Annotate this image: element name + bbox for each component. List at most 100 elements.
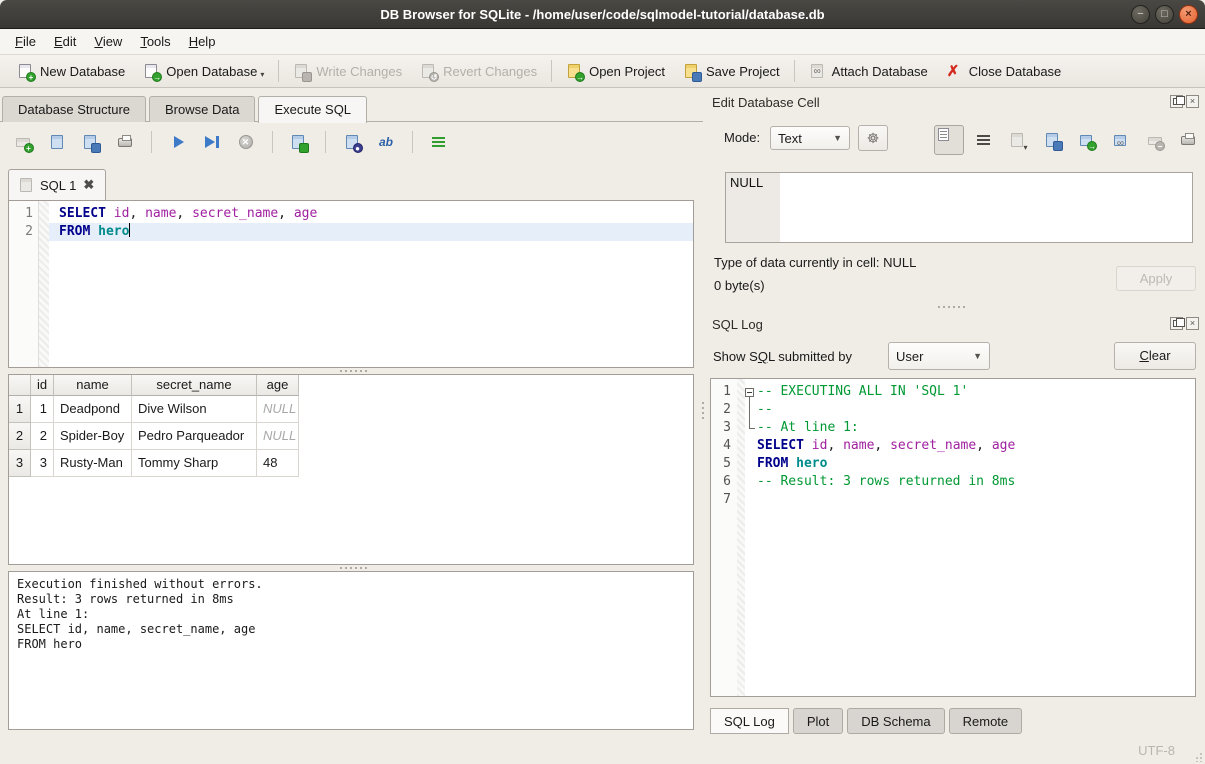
import-cell-data-button: ▾ (1005, 128, 1032, 153)
print-icon (1180, 132, 1197, 149)
open-project-button[interactable]: → Open Project (557, 59, 674, 84)
menu-tools[interactable]: Tools (131, 31, 179, 52)
column-header-age[interactable]: age (257, 375, 299, 396)
word-wrap-button[interactable] (971, 128, 998, 153)
word-wrap-toggle[interactable] (426, 130, 452, 154)
tab-database-structure[interactable]: Database Structure (2, 96, 146, 122)
open-file-icon (49, 134, 66, 151)
results-table: id name secret_name age 1 1 Deadpond Div… (8, 374, 694, 565)
toolbar-separator (794, 60, 795, 82)
maximize-button[interactable]: □ (1155, 5, 1174, 24)
sql-editor[interactable]: 1 2 SELECT id, name, secret_name, age FR… (8, 200, 694, 368)
attach-database-icon: ∞ (809, 63, 826, 80)
column-header-secret-name[interactable]: secret_name (132, 375, 257, 396)
log-line (757, 491, 1195, 509)
save-sql-file-button[interactable]: ▾ (78, 130, 104, 154)
tab-browse-data[interactable]: Browse Data (149, 96, 255, 122)
close-button[interactable]: × (1179, 5, 1198, 24)
text-cursor (129, 223, 130, 237)
copy-link-button[interactable]: ∞ (1107, 128, 1134, 153)
cell-value: NULL (730, 175, 763, 190)
sql-line-1: SELECT id, name, secret_name, age (49, 205, 693, 223)
close-panel-icon[interactable]: × (1186, 95, 1199, 108)
log-filter-select[interactable]: User▼ (888, 342, 990, 370)
export-cell-data-button[interactable] (1039, 128, 1066, 153)
minimize-button[interactable]: − (1131, 5, 1150, 24)
window-controls: − □ × (1131, 5, 1198, 24)
text-document-icon (938, 128, 949, 141)
execute-current-line-button[interactable] (199, 130, 225, 154)
save-as-icon (1044, 132, 1061, 149)
tab-plot[interactable]: Plot (793, 708, 843, 734)
open-sql-file-button[interactable] (44, 130, 70, 154)
cell-value-editor[interactable]: NULL (725, 172, 1193, 243)
format-sql-icon: ab (378, 134, 395, 151)
tab-execute-sql[interactable]: Execute SQL (258, 96, 367, 123)
mode-select[interactable]: Text▼ (770, 126, 850, 150)
attach-database-button[interactable]: ∞ Attach Database (800, 59, 937, 84)
open-in-external-button[interactable]: → (1073, 128, 1100, 153)
menu-help[interactable]: Help (180, 31, 225, 52)
save-project-button[interactable]: Save Project (674, 59, 789, 84)
close-sql-tab-icon[interactable]: ✖ (83, 177, 94, 193)
close-database-button[interactable]: ✗ Close Database (937, 59, 1071, 84)
menu-view[interactable]: View (85, 31, 131, 52)
cell-type-info: Type of data currently in cell: NULL (714, 255, 916, 270)
tab-sql-log[interactable]: SQL Log (710, 708, 789, 734)
open-database-dropdown-icon[interactable]: ▾ (260, 70, 264, 79)
table-row[interactable]: 2 2 Spider-Boy Pedro Parqueador NULL (9, 423, 693, 450)
log-line-number-gutter: 1 2 3 4 5 6 7 (711, 379, 737, 696)
log-line: -- EXECUTING ALL IN 'SQL 1' (757, 383, 1195, 401)
clear-log-button[interactable]: Clear (1114, 342, 1196, 370)
format-sql-button[interactable]: ab (373, 130, 399, 154)
sql-log-view[interactable]: 1 2 3 4 5 6 7 -- EXECUTING ALL IN 'SQL 1… (710, 378, 1196, 697)
execute-all-button[interactable] (165, 130, 191, 154)
column-header-name[interactable]: name (54, 375, 132, 396)
column-header-id[interactable]: id (31, 375, 54, 396)
find-button[interactable]: ● (339, 130, 365, 154)
log-line: -- (757, 401, 1195, 419)
table-row[interactable]: 3 3 Rusty-Man Tommy Sharp 48 (9, 450, 693, 477)
open-database-button[interactable]: → Open Database ▾ (134, 59, 273, 84)
tab-remote[interactable]: Remote (949, 708, 1023, 734)
left-panel: Database Structure Browse Data Execute S… (0, 88, 706, 764)
fold-margin (745, 383, 757, 696)
auto-apply-button[interactable]: ☸ (858, 125, 888, 151)
execute-line-icon (204, 134, 221, 151)
fold-margin (39, 201, 49, 367)
resize-grip[interactable] (1193, 752, 1203, 762)
main-tab-bar: Database Structure Browse Data Execute S… (2, 96, 370, 123)
open-project-icon: → (566, 63, 583, 80)
fold-collapse-icon[interactable] (745, 388, 754, 397)
export-results-button[interactable]: ▾ (286, 130, 312, 154)
encoding-indicator[interactable]: UTF-8 (1138, 743, 1175, 758)
tab-db-schema[interactable]: DB Schema (847, 708, 944, 734)
cell-editor-toolbar: ▾ → ∞ − (934, 125, 1202, 155)
results-header-row: id name secret_name age (9, 375, 693, 396)
text-mode-button[interactable] (934, 125, 964, 155)
float-panel-icon[interactable] (1170, 317, 1183, 330)
close-panel-icon[interactable]: × (1186, 317, 1199, 330)
print-cell-button[interactable] (1175, 128, 1202, 153)
right-panel: Edit Database Cell × Mode: Text▼ ☸ ▾ → ∞… (706, 88, 1205, 764)
print-sql-button[interactable] (112, 130, 138, 154)
cell-log-splitter[interactable] (916, 304, 986, 310)
new-sql-tab-button[interactable]: + (10, 130, 36, 154)
new-tab-icon: + (15, 134, 32, 151)
print-icon (117, 134, 134, 151)
execution-message-area: Execution finished without errors. Resul… (8, 571, 694, 730)
table-row[interactable]: 1 1 Deadpond Dive Wilson NULL (9, 396, 693, 423)
chevron-down-icon: ▼ (973, 351, 982, 361)
toolbar-separator (551, 60, 552, 82)
corner-header-cell[interactable] (9, 375, 31, 396)
sql-document-tab[interactable]: SQL 1 ✖ (8, 169, 106, 200)
new-database-button[interactable]: + New Database (8, 59, 134, 84)
open-external-icon: → (1078, 132, 1095, 149)
float-panel-icon[interactable] (1170, 95, 1183, 108)
menu-edit[interactable]: Edit (45, 31, 85, 52)
window-title: DB Browser for SQLite - /home/user/code/… (0, 0, 1205, 29)
menu-file[interactable]: File (6, 31, 45, 52)
toolbar-separator (278, 60, 279, 82)
stop-icon: ✕ (238, 134, 255, 151)
revert-changes-icon: ↺ (420, 63, 437, 80)
